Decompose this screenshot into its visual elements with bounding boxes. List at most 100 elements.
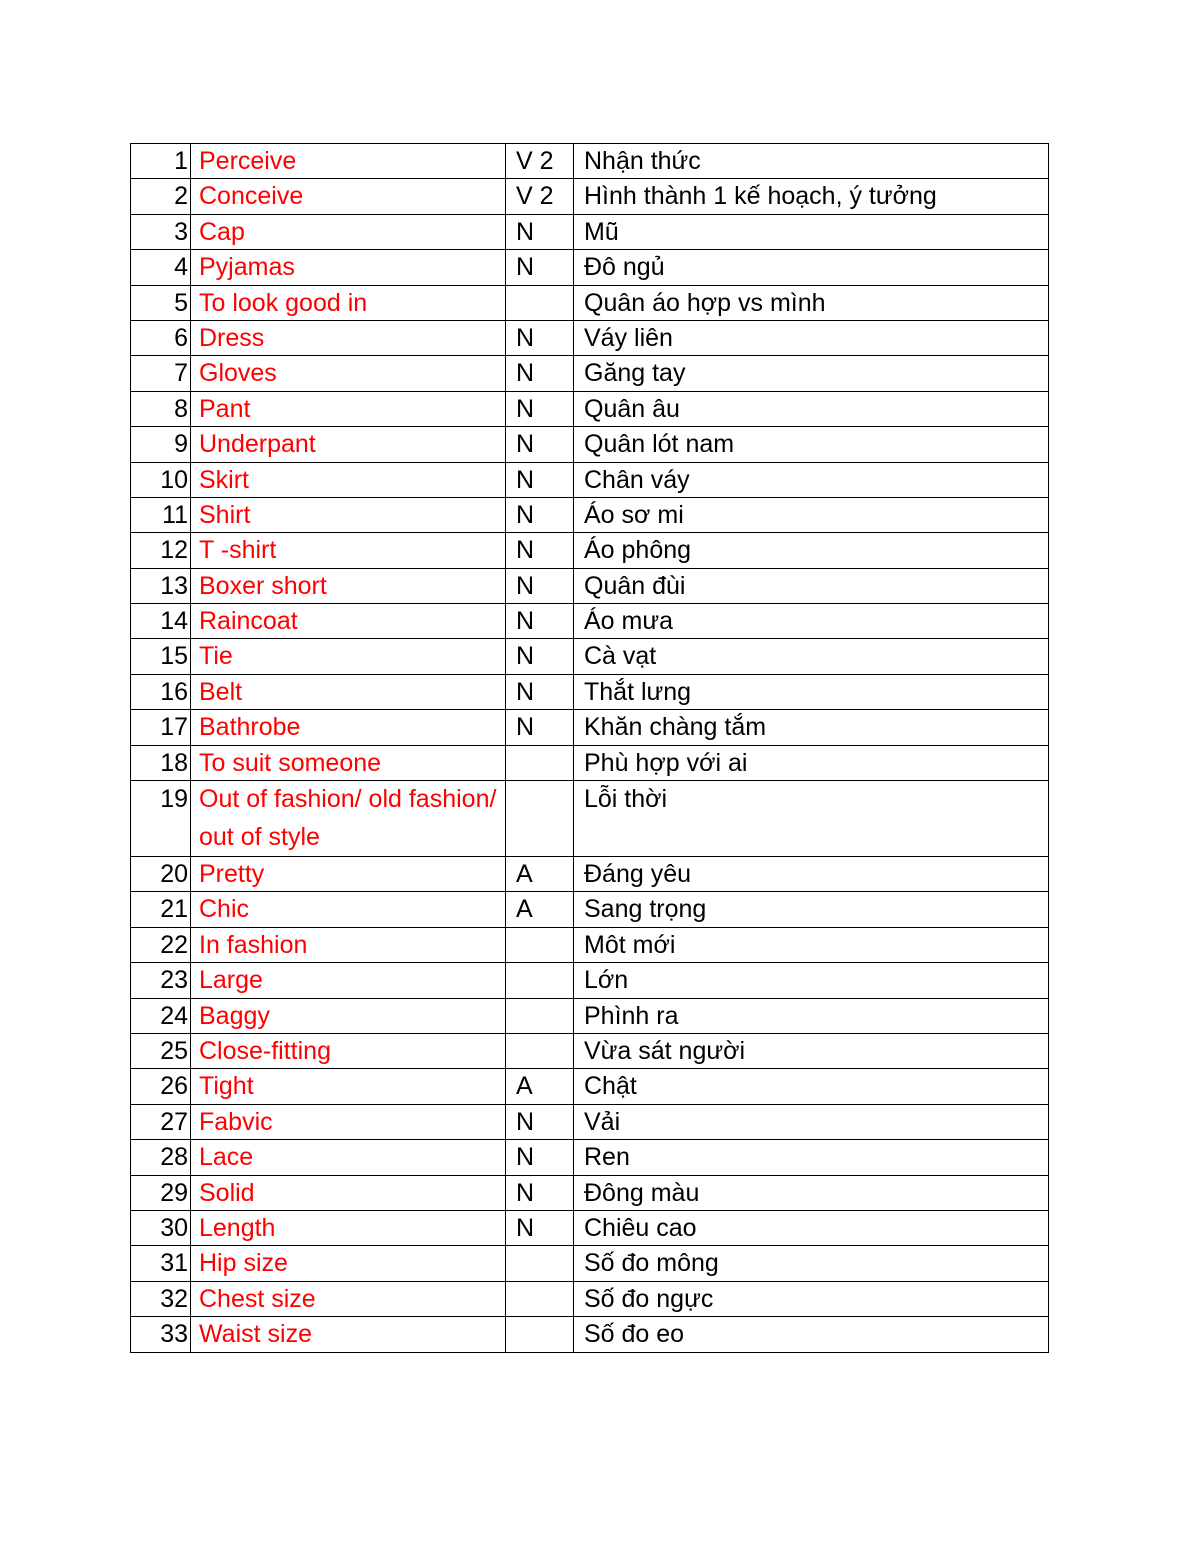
- row-number-cell: 17.: [130, 709, 191, 746]
- row-number-cell: 13.: [130, 567, 191, 605]
- term-cell-text: Solid: [199, 1178, 255, 1207]
- meaning-cell-text: Áo sơ mi: [584, 500, 684, 529]
- meaning-cell-text: Quân áo hợp vs mình: [584, 288, 826, 317]
- term-cell: Tight: [190, 1068, 506, 1105]
- term-cell: Waist size: [190, 1316, 506, 1353]
- part-of-speech-cell-text: V 2: [516, 147, 554, 175]
- part-of-speech-cell: N: [505, 1103, 574, 1141]
- term-cell: Pretty: [190, 856, 506, 893]
- row-number-cell-text: 1.: [174, 147, 189, 175]
- table-row: 7. Gloves N Găng tay: [130, 355, 1049, 392]
- row-number-cell: 32.: [130, 1280, 191, 1318]
- term-cell: Out of fashion/ old fashion/ out of styl…: [190, 780, 506, 858]
- row-number-cell: 30.: [130, 1209, 191, 1247]
- row-number-cell: 33.: [130, 1316, 191, 1353]
- table-row: 6. Dress N Váy liên: [130, 319, 1049, 357]
- row-number-cell-text: 31.: [160, 1249, 189, 1278]
- meaning-cell-text: Chật: [584, 1072, 637, 1101]
- meaning-cell: Vải: [573, 1103, 1049, 1141]
- vocabulary-table: 1. Perceive V 2 Nhận thức 2. Conceive V 2 Hình …: [130, 142, 1049, 1353]
- term-cell: Conceive: [190, 178, 506, 215]
- row-number-cell: 7.: [130, 355, 191, 392]
- part-of-speech-cell-text: A: [516, 860, 533, 889]
- part-of-speech-cell: [505, 1032, 574, 1070]
- term-cell: Fabvic: [190, 1103, 506, 1141]
- meaning-cell-text: Số đo ngực: [584, 1284, 714, 1313]
- part-of-speech-cell-text: N: [516, 253, 535, 282]
- meaning-cell-text: Khăn chàng tắm: [584, 713, 767, 742]
- part-of-speech-cell-text: N: [516, 500, 535, 529]
- term-cell: To look good in: [190, 284, 506, 321]
- meaning-cell: Ren: [573, 1139, 1049, 1176]
- meaning-cell-text: Đông màu: [584, 1178, 700, 1207]
- table-row: 15. Tie N Cà vạt: [130, 638, 1049, 675]
- meaning-cell: Váy liên: [573, 319, 1049, 357]
- vocabulary-table-body: 1. Perceive V 2 Nhận thức 2. Conceive V 2 Hình …: [130, 142, 1049, 1353]
- row-number-cell: 29.: [130, 1174, 191, 1211]
- row-number-cell-text: 25.: [160, 1036, 189, 1065]
- row-number-cell: 26.: [130, 1068, 191, 1105]
- part-of-speech-cell-text: N: [516, 323, 535, 352]
- part-of-speech-cell-text: [507, 928, 573, 961]
- meaning-cell: Mũ: [573, 213, 1049, 251]
- part-of-speech-cell-text: [507, 1034, 573, 1067]
- term-cell-text: Chic: [199, 895, 250, 924]
- term-cell: Solid: [190, 1174, 506, 1211]
- meaning-cell: Cà vạt: [573, 638, 1049, 675]
- row-number-cell-text: 30.: [160, 1213, 189, 1242]
- term-cell: Chic: [190, 891, 506, 928]
- part-of-speech-cell-text: N: [516, 536, 535, 565]
- meaning-cell-text: Phù hợp với ai: [584, 748, 748, 777]
- term-cell-text: T -shirt: [199, 536, 277, 565]
- table-row: 16. Belt N Thắt lưng: [130, 673, 1049, 711]
- meaning-cell: Sang trọng: [573, 891, 1049, 928]
- row-number-cell: 10.: [130, 461, 191, 498]
- term-cell: Large: [190, 962, 506, 999]
- meaning-cell: Đô ngủ: [573, 249, 1049, 286]
- table-row: 13. Boxer short N Quân đùi: [130, 567, 1049, 605]
- part-of-speech-cell-text: A: [516, 1072, 533, 1101]
- part-of-speech-cell: [505, 1316, 574, 1353]
- table-row: 22. In fashion Môt mới: [130, 926, 1049, 964]
- meaning-cell-text: Cà vạt: [584, 642, 657, 671]
- term-cell-text: Tie: [199, 642, 233, 671]
- meaning-cell: Quân đùi: [573, 567, 1049, 605]
- row-number-cell: 22.: [130, 926, 191, 964]
- row-number-cell-text: 11.: [162, 500, 189, 529]
- meaning-cell-text: Vải: [584, 1107, 621, 1136]
- part-of-speech-cell-text: N: [516, 465, 535, 494]
- part-of-speech-cell: [505, 744, 574, 782]
- part-of-speech-cell-text: N: [516, 394, 535, 423]
- table-row: 20. Pretty A Đáng yêu: [130, 856, 1049, 893]
- term-cell: Perceive: [190, 142, 506, 180]
- row-number-cell: 18.: [130, 744, 191, 782]
- part-of-speech-cell-text: N: [516, 1143, 535, 1172]
- row-number-cell-text: 5.: [174, 288, 189, 317]
- meaning-cell-text: Số đo mông: [584, 1249, 719, 1278]
- meaning-cell: Chiêu cao: [573, 1209, 1049, 1247]
- term-cell-text: Underpant: [199, 430, 316, 459]
- meaning-cell: Phình ra: [573, 997, 1049, 1034]
- term-cell-text: Close-fitting: [199, 1036, 331, 1065]
- term-cell: Gloves: [190, 355, 506, 392]
- part-of-speech-cell-text: [507, 286, 573, 319]
- meaning-cell: Chật: [573, 1068, 1049, 1105]
- row-number-cell: 11.: [130, 496, 191, 534]
- row-number-cell-text: 32.: [160, 1284, 189, 1313]
- part-of-speech-cell: N: [505, 249, 574, 286]
- meaning-cell: Quân âu: [573, 390, 1049, 428]
- row-number-cell: 27.: [130, 1103, 191, 1141]
- meaning-cell-text: Váy liên: [584, 323, 673, 352]
- part-of-speech-cell-text: N: [516, 571, 535, 600]
- row-number-cell: 6.: [130, 319, 191, 357]
- meaning-cell: Đông màu: [573, 1174, 1049, 1211]
- meaning-cell: Vừa sát người: [573, 1032, 1049, 1070]
- part-of-speech-cell-text: V 2: [516, 182, 554, 211]
- term-cell: Pyjamas: [190, 249, 506, 286]
- row-number-cell-text: 33.: [160, 1320, 189, 1349]
- part-of-speech-cell-text: [507, 1282, 573, 1315]
- row-number-cell-text: 10.: [160, 465, 189, 494]
- part-of-speech-cell: [505, 1245, 574, 1282]
- row-number-cell-text: 6.: [174, 323, 189, 352]
- term-cell-text: Dress: [199, 323, 265, 352]
